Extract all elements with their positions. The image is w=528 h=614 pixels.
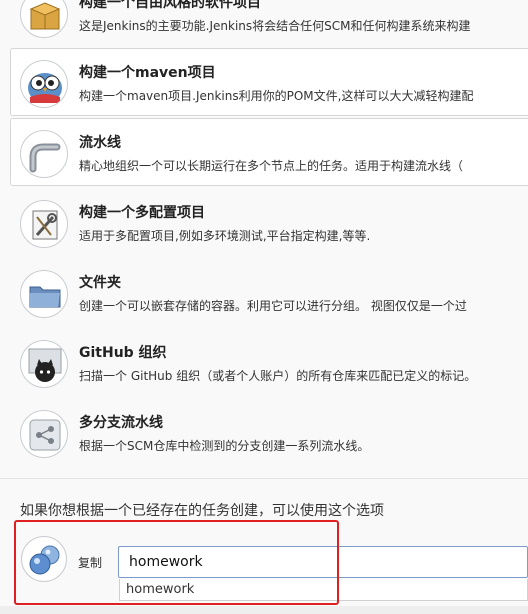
item-description: 扫描一个 GitHub 组织（或者个人账户）的所有仓库来匹配已定义的标记。 xyxy=(79,369,477,383)
copy-from-label: 复制 xyxy=(78,556,103,570)
multibranch-pipeline-icon xyxy=(20,410,68,458)
github-octocat-icon xyxy=(20,340,68,388)
item-multi-config[interactable]: 构建一个多配置项目 适用于多配置项目,例如多环境测试,平台指定构建,等等. xyxy=(10,188,528,256)
item-description: 这是Jenkins的主要功能.Jenkins将会结合任何SCM和任何构建系统来构… xyxy=(79,19,471,33)
copy-hint-text: 如果你想根据一个已经存在的任务创建，可以使用这个选项 xyxy=(20,503,384,519)
item-title: 构建一个maven项目 xyxy=(79,65,216,81)
item-pipeline[interactable]: 流水线 精心地组织一个可以长期运行在多个节点上的任务。适用于构建流水线（ xyxy=(10,118,528,186)
item-description: 创建一个可以嵌套存储的容器。利用它可以进行分组。 视图仅仅是一个过 xyxy=(79,299,467,313)
item-title: 构建一个多配置项目 xyxy=(79,205,205,221)
copy-from-input[interactable] xyxy=(118,546,528,578)
autocomplete-dropdown: homework xyxy=(119,579,528,601)
freestyle-box-icon xyxy=(20,0,68,38)
item-title: 文件夹 xyxy=(79,275,121,291)
item-description: 根据一个SCM仓库中检测到的分支创建一系列流水线。 xyxy=(79,439,370,453)
new-item-panel: 构建一个自由风格的软件项目 这是Jenkins的主要功能.Jenkins将会结合… xyxy=(0,0,528,614)
folder-icon xyxy=(20,270,68,318)
item-maven[interactable]: 构建一个maven项目 构建一个maven项目.Jenkins利用你的POM文件… xyxy=(10,48,528,116)
item-description: 精心地组织一个可以长期运行在多个节点上的任务。适用于构建流水线（ xyxy=(79,159,464,173)
maven-owl-icon xyxy=(20,60,68,108)
item-freestyle[interactable]: 构建一个自由风格的软件项目 这是Jenkins的主要功能.Jenkins将会结合… xyxy=(10,0,528,46)
item-folder[interactable]: 文件夹 创建一个可以嵌套存储的容器。利用它可以进行分组。 视图仅仅是一个过 xyxy=(10,258,528,326)
item-title: GitHub 组织 xyxy=(79,345,167,361)
item-multibranch[interactable]: 多分支流水线 根据一个SCM仓库中检测到的分支创建一系列流水线。 xyxy=(10,398,528,466)
autocomplete-suggestion[interactable]: homework xyxy=(126,582,194,597)
item-description: 适用于多配置项目,例如多环境测试,平台指定构建,等等. xyxy=(79,229,371,243)
item-title: 构建一个自由风格的软件项目 xyxy=(79,0,261,11)
item-description: 构建一个maven项目.Jenkins利用你的POM文件,这样可以大大减轻构建配 xyxy=(79,89,474,103)
bottom-strip xyxy=(0,606,528,614)
multi-config-tools-icon xyxy=(20,200,68,248)
item-title: 多分支流水线 xyxy=(79,415,163,431)
item-title: 流水线 xyxy=(79,135,121,151)
copy-spheres-icon xyxy=(21,536,67,582)
pipeline-pipe-icon xyxy=(20,130,68,178)
item-github-org[interactable]: GitHub 组织 扫描一个 GitHub 组织（或者个人账户）的所有仓库来匹配… xyxy=(10,328,528,396)
section-divider xyxy=(0,478,528,479)
